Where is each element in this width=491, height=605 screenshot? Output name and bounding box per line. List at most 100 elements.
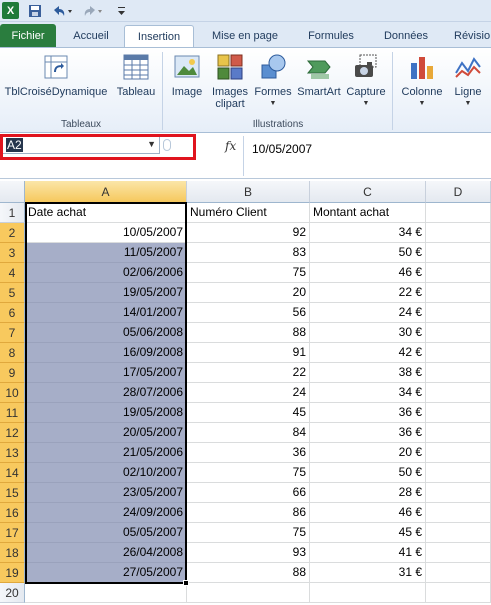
table-cell[interactable]: 19/05/2008 — [25, 403, 187, 423]
table-cell[interactable]: 11/05/2007 — [25, 243, 187, 263]
row-header[interactable]: 3 — [0, 243, 25, 263]
table-cell[interactable]: 45 € — [310, 523, 426, 543]
table-cell[interactable]: 34 € — [310, 223, 426, 243]
table-cell[interactable]: 14/01/2007 — [25, 303, 187, 323]
row-header[interactable]: 12 — [0, 423, 25, 443]
table-cell[interactable]: 92 — [187, 223, 310, 243]
table-cell[interactable]: 20 — [187, 283, 310, 303]
table-cell[interactable] — [426, 583, 491, 603]
row-header[interactable]: 18 — [0, 543, 25, 563]
header-cell[interactable]: Montant achat — [310, 203, 426, 223]
table-cell[interactable]: 36 € — [310, 403, 426, 423]
smartart-button[interactable]: SmartArt — [295, 52, 343, 98]
table-cell[interactable]: 46 € — [310, 263, 426, 283]
table-cell[interactable]: 91 — [187, 343, 310, 363]
undo-icon[interactable] — [49, 2, 75, 20]
image-button[interactable]: Image — [168, 52, 206, 98]
table-cell[interactable]: 10/05/2007 — [25, 223, 187, 243]
table-cell[interactable] — [426, 423, 491, 443]
table-cell[interactable]: 45 — [187, 403, 310, 423]
table-cell[interactable]: 93 — [187, 543, 310, 563]
table-cell[interactable]: 84 — [187, 423, 310, 443]
table-cell[interactable]: 42 € — [310, 343, 426, 363]
table-cell[interactable]: 16/09/2008 — [25, 343, 187, 363]
redo-icon[interactable] — [80, 2, 106, 20]
table-cell[interactable]: 05/05/2007 — [25, 523, 187, 543]
row-header[interactable]: 6 — [0, 303, 25, 323]
header-cell[interactable]: Date achat — [25, 203, 187, 223]
table-cell[interactable]: 75 — [187, 523, 310, 543]
tab-mise-en-page[interactable]: Mise en page — [198, 25, 292, 47]
column-header-c[interactable]: C — [310, 181, 426, 203]
table-cell[interactable] — [25, 583, 187, 603]
table-cell[interactable] — [426, 343, 491, 363]
table-cell[interactable]: 28 € — [310, 483, 426, 503]
table-cell[interactable] — [426, 543, 491, 563]
tab-formules[interactable]: Formules — [294, 25, 368, 47]
tab-fichier[interactable]: Fichier — [0, 24, 56, 47]
table-cell[interactable] — [426, 363, 491, 383]
table-cell[interactable]: 56 — [187, 303, 310, 323]
save-icon[interactable] — [26, 2, 44, 20]
table-cell[interactable]: 41 € — [310, 543, 426, 563]
header-cell[interactable]: Numéro Client — [187, 203, 310, 223]
customize-qat-icon[interactable] — [115, 2, 127, 20]
table-cell[interactable]: 38 € — [310, 363, 426, 383]
table-cell[interactable]: 30 € — [310, 323, 426, 343]
table-cell[interactable] — [426, 523, 491, 543]
table-cell[interactable] — [426, 563, 491, 583]
table-cell[interactable]: 24 — [187, 383, 310, 403]
table-cell[interactable]: 46 € — [310, 503, 426, 523]
table-cell[interactable] — [426, 463, 491, 483]
column-header-d[interactable]: D — [426, 181, 491, 203]
row-header[interactable]: 17 — [0, 523, 25, 543]
table-cell[interactable]: 27/05/2007 — [25, 563, 187, 583]
shapes-button[interactable]: Formes ▼ — [253, 52, 293, 110]
row-header[interactable]: 10 — [0, 383, 25, 403]
table-cell[interactable]: 34 € — [310, 383, 426, 403]
table-cell[interactable] — [187, 583, 310, 603]
fill-handle[interactable] — [183, 580, 189, 586]
row-header[interactable]: 2 — [0, 223, 25, 243]
table-cell[interactable] — [426, 223, 491, 243]
table-cell[interactable]: 22 — [187, 363, 310, 383]
row-header[interactable]: 5 — [0, 283, 25, 303]
table-cell[interactable] — [426, 243, 491, 263]
row-header[interactable]: 16 — [0, 503, 25, 523]
table-cell[interactable]: 24 € — [310, 303, 426, 323]
table-cell[interactable]: 36 — [187, 443, 310, 463]
table-cell[interactable]: 31 € — [310, 563, 426, 583]
table-cell[interactable]: 17/05/2007 — [25, 363, 187, 383]
table-cell[interactable]: 88 — [187, 323, 310, 343]
table-cell[interactable] — [426, 283, 491, 303]
clipart-button[interactable]: Images clipart — [208, 52, 252, 110]
table-cell[interactable]: 02/10/2007 — [25, 463, 187, 483]
table-cell[interactable]: 26/04/2008 — [25, 543, 187, 563]
splitter-handle[interactable] — [163, 139, 171, 151]
table-cell[interactable] — [426, 383, 491, 403]
table-cell[interactable] — [426, 303, 491, 323]
row-header[interactable]: 13 — [0, 443, 25, 463]
table-cell[interactable] — [426, 443, 491, 463]
row-header[interactable]: 11 — [0, 403, 25, 423]
table-cell[interactable] — [426, 503, 491, 523]
table-cell[interactable]: 22 € — [310, 283, 426, 303]
table-cell[interactable] — [426, 483, 491, 503]
row-header[interactable]: 8 — [0, 343, 25, 363]
column-header-b[interactable]: B — [187, 181, 310, 203]
table-cell[interactable] — [426, 403, 491, 423]
row-header[interactable]: 4 — [0, 263, 25, 283]
row-header[interactable]: 19 — [0, 563, 25, 583]
column-header-a[interactable]: A — [25, 181, 187, 203]
tab-donnees[interactable]: Données — [370, 25, 442, 47]
insert-function-icon[interactable]: fx — [225, 139, 236, 153]
table-cell[interactable]: 36 € — [310, 423, 426, 443]
table-cell[interactable]: 24/09/2006 — [25, 503, 187, 523]
row-header[interactable]: 14 — [0, 463, 25, 483]
table-cell[interactable] — [426, 263, 491, 283]
table-cell[interactable]: 75 — [187, 463, 310, 483]
table-cell[interactable]: 23/05/2007 — [25, 483, 187, 503]
table-cell[interactable]: 88 — [187, 563, 310, 583]
formula-input[interactable]: 10/05/2007 — [243, 136, 491, 176]
select-all-corner[interactable] — [0, 181, 25, 203]
